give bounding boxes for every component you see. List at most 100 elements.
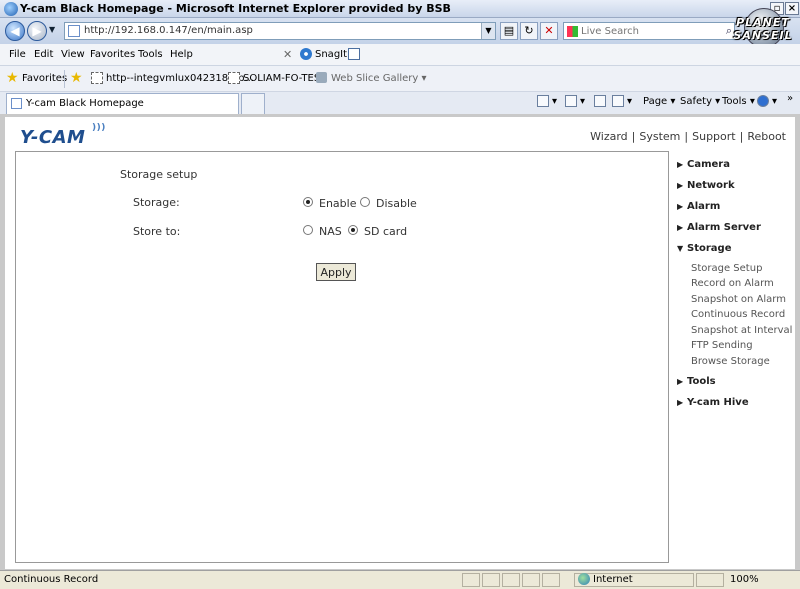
storage-disable-label[interactable]: Disable bbox=[376, 197, 417, 210]
help-dropdown-icon[interactable]: ▾ bbox=[772, 96, 777, 107]
print-dropdown-icon[interactable]: ▾ bbox=[627, 96, 632, 107]
divider: | bbox=[739, 130, 744, 143]
store-to-nas-label[interactable]: NAS bbox=[319, 225, 342, 238]
search-field[interactable]: ⌕ bbox=[563, 22, 735, 40]
logo-line1: PLANET bbox=[736, 16, 790, 29]
status-bar: Continuous Record Internet 100% bbox=[0, 570, 800, 589]
mail-icon[interactable] bbox=[594, 95, 606, 107]
storage-label: Storage: bbox=[133, 196, 180, 209]
sidebar-item-tools[interactable]: ▶ Tools bbox=[677, 376, 716, 387]
storage-enable-label[interactable]: Enable bbox=[319, 197, 356, 210]
menu-edit[interactable]: Edit bbox=[34, 49, 53, 60]
add-favorite-icon[interactable]: ★ bbox=[70, 70, 83, 86]
stop-icon[interactable]: ✕ bbox=[540, 22, 558, 40]
snagit-icon[interactable] bbox=[300, 48, 312, 60]
sidebar-item-ycam-hive[interactable]: ▶ Y-cam Hive bbox=[677, 397, 749, 408]
logo-line2: SANSEIL bbox=[733, 29, 793, 42]
storage-enable-radio[interactable] bbox=[303, 197, 313, 207]
menu-favorites[interactable]: Favorites bbox=[90, 49, 135, 60]
status-pane bbox=[482, 573, 500, 587]
address-dropdown-icon[interactable]: ▼ bbox=[481, 23, 495, 39]
sidebar-subitem-storage-setup[interactable]: Storage Setup bbox=[691, 263, 762, 274]
page-icon bbox=[11, 98, 22, 109]
support-link[interactable]: Support bbox=[692, 130, 735, 143]
sidebar-subitem-snapshot-at-interval[interactable]: Snapshot at Interval bbox=[691, 325, 792, 336]
caret-right-icon: ▶ bbox=[677, 181, 684, 190]
more-chevron-icon[interactable]: » bbox=[787, 93, 793, 104]
divider: | bbox=[684, 130, 689, 143]
favorites-bar: ★ Favorites ★ http--integvmlux0423180-b.… bbox=[0, 66, 800, 92]
reboot-link[interactable]: Reboot bbox=[747, 130, 786, 143]
address-bar-row: ◀ ▶ ▼ http://192.168.0.147/en/main.asp ▼… bbox=[0, 18, 800, 44]
sidebar-item-network[interactable]: ▶ Network bbox=[677, 180, 735, 191]
status-pane bbox=[502, 573, 520, 587]
store-to-nas-radio[interactable] bbox=[303, 225, 313, 235]
sidebar-item-storage[interactable]: ▼ Storage bbox=[677, 243, 731, 254]
internet-zone-icon bbox=[578, 573, 590, 585]
help-icon[interactable] bbox=[757, 95, 769, 107]
snagit-button[interactable]: SnagIt bbox=[315, 49, 347, 60]
sidebar-item-label: Network bbox=[687, 180, 735, 191]
menu-view[interactable]: View bbox=[61, 49, 85, 60]
status-pane bbox=[522, 573, 540, 587]
feeds-icon[interactable] bbox=[565, 95, 577, 107]
tools-menu[interactable]: Tools ▾ bbox=[722, 96, 755, 107]
caret-right-icon: ▶ bbox=[677, 398, 684, 407]
page-menu[interactable]: Page ▾ bbox=[643, 96, 675, 107]
caret-right-icon: ▶ bbox=[677, 202, 684, 211]
ie-icon bbox=[4, 2, 18, 16]
address-field[interactable]: http://192.168.0.147/en/main.asp ▼ bbox=[64, 22, 496, 40]
history-dropdown-icon[interactable]: ▼ bbox=[49, 25, 55, 34]
safety-menu[interactable]: Safety ▾ bbox=[680, 96, 720, 107]
menu-tools[interactable]: Tools bbox=[138, 49, 163, 60]
system-link[interactable]: System bbox=[639, 130, 680, 143]
forward-button[interactable]: ▶ bbox=[27, 21, 47, 41]
menu-bar: File Edit View Favorites Tools Help ✕ Sn… bbox=[0, 44, 800, 66]
wizard-link[interactable]: Wizard bbox=[590, 130, 628, 143]
close-toolbar-icon[interactable]: ✕ bbox=[283, 48, 292, 61]
favorites-star-icon[interactable]: ★ bbox=[6, 70, 19, 86]
new-tab-button[interactable] bbox=[241, 93, 265, 114]
fav-link-web-slice[interactable]: Web Slice Gallery ▾ bbox=[331, 73, 427, 84]
sidebar-subitem-ftp-sending[interactable]: FTP Sending bbox=[691, 340, 753, 351]
tab-ycam[interactable]: Y-cam Black Homepage bbox=[6, 93, 239, 114]
snagit-capture-icon[interactable] bbox=[348, 48, 360, 60]
store-to-label: Store to: bbox=[133, 225, 181, 238]
home-dropdown-icon[interactable]: ▾ bbox=[552, 96, 557, 107]
address-url[interactable]: http://192.168.0.147/en/main.asp bbox=[84, 25, 253, 36]
title-bar: Y-cam Black Homepage - Microsoft Interne… bbox=[0, 0, 800, 18]
fav-link-soliam[interactable]: SOLIAM-FO-TEST bbox=[243, 73, 326, 84]
sidebar-item-label: Tools bbox=[687, 376, 716, 387]
apply-button[interactable]: Apply bbox=[316, 263, 356, 281]
home-icon[interactable] bbox=[537, 95, 549, 107]
refresh-icon[interactable]: ↻ bbox=[520, 22, 538, 40]
back-button[interactable]: ◀ bbox=[5, 21, 25, 41]
favorites-button[interactable]: Favorites bbox=[22, 73, 67, 84]
compatibility-view-icon[interactable]: ▤ bbox=[500, 22, 518, 40]
search-input[interactable] bbox=[581, 24, 711, 38]
sidebar-subitem-snapshot-on-alarm[interactable]: Snapshot on Alarm bbox=[691, 294, 786, 305]
caret-right-icon: ▶ bbox=[677, 223, 684, 232]
section-title: Storage setup bbox=[120, 168, 198, 181]
menu-file[interactable]: File bbox=[9, 49, 26, 60]
storage-disable-radio[interactable] bbox=[360, 197, 370, 207]
store-to-sd-radio[interactable] bbox=[348, 225, 358, 235]
live-search-icon bbox=[567, 26, 578, 37]
link-icon bbox=[91, 72, 103, 84]
print-icon[interactable] bbox=[612, 95, 624, 107]
browser-content: Y-CAM ))) Wizard | System | Support | Reboot S… bbox=[0, 114, 800, 570]
menu-help[interactable]: Help bbox=[170, 49, 193, 60]
sidebar-item-alarm[interactable]: ▶ Alarm bbox=[677, 201, 720, 212]
sidebar-subitem-continuous-record[interactable]: Continuous Record bbox=[691, 309, 785, 320]
sidebar-item-alarm-server[interactable]: ▶ Alarm Server bbox=[677, 222, 761, 233]
feeds-dropdown-icon[interactable]: ▾ bbox=[580, 96, 585, 107]
protected-mode-icon[interactable] bbox=[696, 573, 724, 587]
sidebar-subitem-record-on-alarm[interactable]: Record on Alarm bbox=[691, 278, 774, 289]
store-to-sd-label[interactable]: SD card bbox=[364, 225, 407, 238]
top-links: Wizard | System | Support | Reboot bbox=[590, 130, 786, 143]
tab-label: Y-cam Black Homepage bbox=[26, 98, 144, 109]
divider bbox=[64, 70, 65, 88]
sidebar-subitem-browse-storage[interactable]: Browse Storage bbox=[691, 356, 770, 367]
zoom-level[interactable]: 100% bbox=[730, 574, 759, 585]
sidebar-item-camera[interactable]: ▶ Camera bbox=[677, 159, 730, 170]
